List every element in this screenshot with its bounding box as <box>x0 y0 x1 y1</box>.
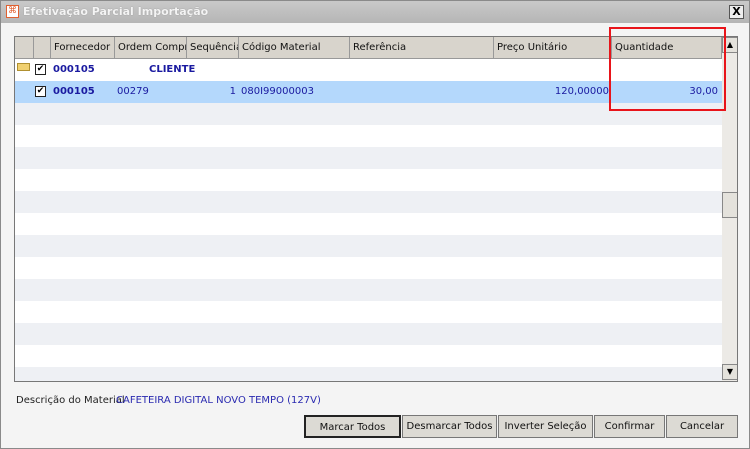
close-button[interactable]: X <box>729 5 744 19</box>
confirm-button[interactable]: Confirmar <box>594 415 665 438</box>
header-referencia[interactable]: Referência <box>350 37 494 59</box>
description-label: Descrição do Material <box>16 395 125 406</box>
cell-ordem-compra: 00279 <box>117 86 149 97</box>
empty-row <box>15 279 722 301</box>
group-name: CLIENTE <box>149 64 196 75</box>
cell-codigo-material: 080I99000003 <box>241 86 314 97</box>
header-ordem-compra[interactable]: Ordem Compra <box>115 37 187 59</box>
empty-row <box>15 367 722 381</box>
header-check[interactable] <box>34 37 51 59</box>
scroll-thumb[interactable] <box>722 192 737 218</box>
scroll-down-icon[interactable]: ▼ <box>722 364 737 380</box>
cell-preco-unitario: 120,00000 <box>554 86 609 97</box>
highlight-box-quantidade <box>609 27 726 111</box>
empty-row <box>15 191 722 213</box>
header-preco-unitario[interactable]: Preço Unitário <box>494 37 612 59</box>
cancel-button[interactable]: Cancelar <box>666 415 738 438</box>
header-indicator <box>15 37 34 59</box>
empty-row <box>15 147 722 169</box>
header-codigo-material[interactable]: Código Material <box>239 37 350 59</box>
unmark-all-button[interactable]: Desmarcar Todos <box>402 415 497 438</box>
empty-row <box>15 213 722 235</box>
app-icon: ⌘ <box>6 5 19 18</box>
empty-row <box>15 125 722 147</box>
header-sequencia[interactable]: Sequência <box>187 37 239 59</box>
window-title: Efetivação Parcial Importação <box>23 5 209 18</box>
invert-selection-button[interactable]: Inverter Seleção <box>498 415 593 438</box>
dialog-window: ⌘ Efetivação Parcial Importação X Fornec… <box>0 0 750 449</box>
empty-row <box>15 323 722 345</box>
cell-fornecedor: 000105 <box>53 86 95 97</box>
cell-sequencia: 1 <box>229 86 236 97</box>
group-fornecedor: 000105 <box>53 64 95 75</box>
folder-icon <box>17 63 30 71</box>
empty-row <box>15 169 722 191</box>
mark-all-button[interactable]: Marcar Todos <box>304 415 401 438</box>
description-value: CAFETEIRA DIGITAL NOVO TEMPO (127V) <box>116 395 321 406</box>
empty-row <box>15 301 722 323</box>
empty-row <box>15 257 722 279</box>
title-bar: ⌘ Efetivação Parcial Importação X <box>1 1 749 23</box>
empty-row <box>15 235 722 257</box>
row-checkbox[interactable]: ✔ <box>35 86 46 97</box>
group-checkbox[interactable]: ✔ <box>35 64 46 75</box>
empty-row <box>15 345 722 367</box>
header-fornecedor[interactable]: Fornecedor <box>51 37 115 59</box>
